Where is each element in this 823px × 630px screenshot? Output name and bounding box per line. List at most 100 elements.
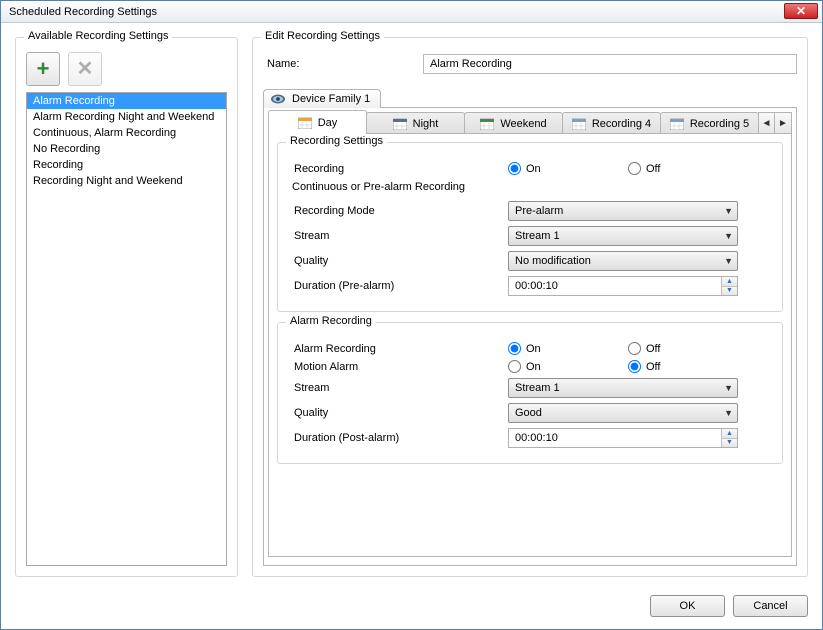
chevron-down-icon: ▼ bbox=[724, 408, 733, 418]
edit-legend: Edit Recording Settings bbox=[261, 30, 384, 42]
close-button[interactable]: ✕ bbox=[784, 3, 818, 19]
motion-on-radio[interactable] bbox=[508, 360, 521, 373]
motion-off-option[interactable]: Off bbox=[628, 360, 748, 373]
motion-alarm-label: Motion Alarm bbox=[288, 361, 508, 373]
schedule-panel: Recording Settings Recording On bbox=[268, 133, 792, 557]
device-panel: DayNightWeekendRecording 4Recording 5◄► … bbox=[263, 107, 797, 566]
alarm-recording-group: Alarm Recording Alarm Recording On bbox=[277, 322, 783, 464]
list-item[interactable]: No Recording bbox=[27, 141, 226, 157]
quality-select[interactable]: No modification ▼ bbox=[508, 251, 738, 271]
plus-icon: + bbox=[37, 58, 50, 80]
alarm-recording-label: Alarm Recording bbox=[288, 343, 508, 355]
continuous-section-label: Continuous or Pre-alarm Recording bbox=[292, 181, 772, 193]
recording-off-option[interactable]: Off bbox=[628, 162, 748, 175]
device-tabs: Device Family 1 bbox=[263, 88, 797, 107]
name-row: Name: bbox=[263, 54, 797, 74]
recording-on-option[interactable]: On bbox=[508, 162, 628, 175]
name-label: Name: bbox=[263, 58, 423, 70]
recording-mode-select[interactable]: Pre-alarm ▼ bbox=[508, 201, 738, 221]
calendar-icon bbox=[572, 118, 586, 130]
stream-label: Stream bbox=[288, 230, 508, 242]
delete-icon: ✕ bbox=[77, 59, 94, 79]
calendar-icon bbox=[670, 118, 684, 130]
available-toolbar: + ✕ bbox=[26, 52, 227, 86]
scroll-left-button[interactable]: ◄ bbox=[759, 113, 775, 134]
ok-button[interactable]: OK bbox=[650, 595, 725, 617]
stream-row: Stream Stream 1 ▼ bbox=[288, 226, 772, 246]
available-settings-group: Available Recording Settings + ✕ Alarm R… bbox=[15, 37, 238, 577]
dialog-window: Scheduled Recording Settings ✕ Available… bbox=[0, 0, 823, 630]
recording-mode-label: Recording Mode bbox=[288, 205, 508, 217]
schedule-tab[interactable]: Recording 4 bbox=[562, 112, 661, 134]
schedule-tabs: Day Night Weekend Recording 4 Recording 5◄► bbox=[268, 112, 792, 134]
alarm-on-radio[interactable] bbox=[508, 342, 521, 355]
device-tab[interactable]: Device Family 1 bbox=[263, 89, 381, 108]
spin-down-icon[interactable]: ▼ bbox=[722, 287, 737, 296]
recording-settings-group: Recording Settings Recording On bbox=[277, 142, 783, 312]
tab-scroll: ◄► bbox=[758, 112, 792, 134]
schedule-tab-label: Night bbox=[413, 118, 439, 130]
close-icon: ✕ bbox=[796, 5, 806, 17]
window-title: Scheduled Recording Settings bbox=[9, 6, 157, 18]
spin-down-icon[interactable]: ▼ bbox=[722, 439, 737, 448]
content-area: Available Recording Settings + ✕ Alarm R… bbox=[1, 23, 822, 587]
duration-post-spinner[interactable]: 00:00:10 ▲ ▼ bbox=[508, 428, 738, 448]
edit-settings-group: Edit Recording Settings Name: Device Fam… bbox=[252, 37, 808, 577]
duration-pre-spinner[interactable]: 00:00:10 ▲ ▼ bbox=[508, 276, 738, 296]
list-item[interactable]: Recording Night and Weekend bbox=[27, 173, 226, 189]
delete-button[interactable]: ✕ bbox=[68, 52, 102, 86]
quality-label: Quality bbox=[288, 255, 508, 267]
schedule-tab[interactable]: Recording 5 bbox=[660, 112, 759, 134]
motion-off-radio[interactable] bbox=[628, 360, 641, 373]
available-legend: Available Recording Settings bbox=[24, 30, 172, 42]
recording-row: Recording On Off bbox=[288, 162, 772, 175]
duration-pre-label: Duration (Pre-alarm) bbox=[288, 280, 508, 292]
alarm-stream-select[interactable]: Stream 1 ▼ bbox=[508, 378, 738, 398]
recording-off-radio[interactable] bbox=[628, 162, 641, 175]
spin-up-icon[interactable]: ▲ bbox=[722, 429, 737, 439]
name-input[interactable] bbox=[423, 54, 797, 74]
chevron-down-icon: ▼ bbox=[724, 231, 733, 241]
recording-mode-row: Recording Mode Pre-alarm ▼ bbox=[288, 201, 772, 221]
chevron-down-icon: ▼ bbox=[724, 206, 733, 216]
list-item[interactable]: Alarm Recording bbox=[27, 93, 226, 109]
titlebar: Scheduled Recording Settings ✕ bbox=[1, 1, 822, 23]
alarm-off-option[interactable]: Off bbox=[628, 342, 748, 355]
stream-select[interactable]: Stream 1 ▼ bbox=[508, 226, 738, 246]
settings-listbox[interactable]: Alarm RecordingAlarm Recording Night and… bbox=[26, 92, 227, 566]
schedule-tab[interactable]: Day bbox=[268, 110, 367, 134]
alarm-off-radio[interactable] bbox=[628, 342, 641, 355]
list-item[interactable]: Recording bbox=[27, 157, 226, 173]
right-column: Edit Recording Settings Name: Device Fam… bbox=[252, 37, 808, 577]
duration-post-label: Duration (Post-alarm) bbox=[288, 432, 508, 444]
duration-post-row: Duration (Post-alarm) 00:00:10 ▲ ▼ bbox=[288, 428, 772, 448]
camera-icon bbox=[270, 93, 286, 105]
motion-alarm-row: Motion Alarm On Off bbox=[288, 360, 772, 373]
dialog-footer: OK Cancel bbox=[1, 587, 822, 629]
schedule-tab-label: Day bbox=[318, 117, 338, 129]
cancel-button[interactable]: Cancel bbox=[733, 595, 808, 617]
calendar-icon bbox=[393, 118, 407, 130]
device-tab-label: Device Family 1 bbox=[292, 93, 370, 105]
duration-pre-row: Duration (Pre-alarm) 00:00:10 ▲ ▼ bbox=[288, 276, 772, 296]
alarm-quality-select[interactable]: Good ▼ bbox=[508, 403, 738, 423]
spin-up-icon[interactable]: ▲ bbox=[722, 277, 737, 287]
motion-on-option[interactable]: On bbox=[508, 360, 628, 373]
add-button[interactable]: + bbox=[26, 52, 60, 86]
alarm-stream-label: Stream bbox=[288, 382, 508, 394]
calendar-icon bbox=[480, 118, 494, 130]
alarm-stream-row: Stream Stream 1 ▼ bbox=[288, 378, 772, 398]
alarm-quality-row: Quality Good ▼ bbox=[288, 403, 772, 423]
alarm-on-option[interactable]: On bbox=[508, 342, 628, 355]
alarm-recording-row: Alarm Recording On Off bbox=[288, 342, 772, 355]
schedule-tab-label: Recording 4 bbox=[592, 118, 651, 130]
alarm-quality-label: Quality bbox=[288, 407, 508, 419]
schedule-tab-label: Weekend bbox=[500, 118, 546, 130]
scroll-right-button[interactable]: ► bbox=[775, 113, 791, 134]
list-item[interactable]: Alarm Recording Night and Weekend bbox=[27, 109, 226, 125]
recording-label: Recording bbox=[288, 163, 508, 175]
schedule-tab[interactable]: Night bbox=[366, 112, 465, 134]
schedule-tab[interactable]: Weekend bbox=[464, 112, 563, 134]
list-item[interactable]: Continuous, Alarm Recording bbox=[27, 125, 226, 141]
recording-on-radio[interactable] bbox=[508, 162, 521, 175]
